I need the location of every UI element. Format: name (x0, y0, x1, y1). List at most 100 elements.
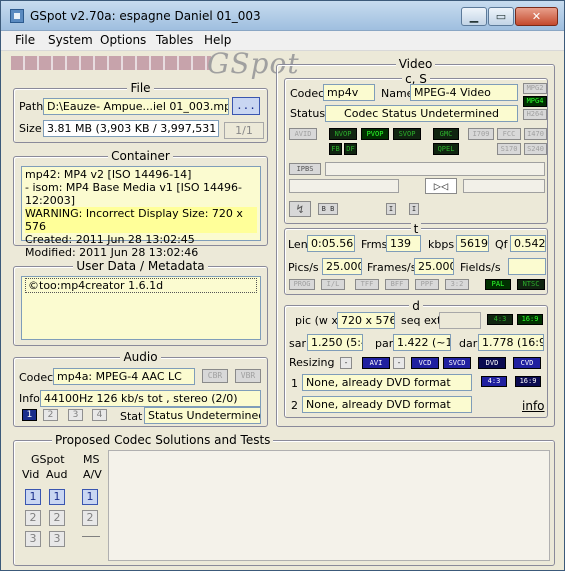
menu-tables[interactable]: Tables (154, 33, 195, 47)
tff-button[interactable]: TFF (355, 279, 379, 290)
mpg4-button[interactable]: MPG4 (523, 96, 547, 107)
vid-solution-2[interactable]: 2 (25, 510, 41, 526)
ipbs-button[interactable]: IPBS (289, 163, 321, 175)
seq-43-button[interactable]: 4:3 (487, 314, 513, 325)
audio-stream-1[interactable]: 1 (22, 409, 37, 421)
audio-codec-label: Codec (19, 371, 54, 384)
resize-line2-field: None, already DVD format (302, 396, 472, 413)
scene-icon[interactable]: ↯ (289, 201, 311, 217)
s240-button[interactable]: S240 (524, 143, 547, 155)
prog-button[interactable]: PROG (289, 279, 315, 290)
audio-info-field: 44100Hz 126 kb/s tot , stereo (2/0) (40, 390, 261, 407)
audio-codec-field: mp4a: MPEG-4 AAC LC (53, 368, 195, 385)
file-group: File Path D:\Eauze- Ampue...iel 01_003.m… (13, 81, 268, 143)
audio-stat-label: Stat (120, 410, 143, 423)
aud-label: Aud (46, 468, 68, 481)
pic-label: pic (w x (295, 314, 338, 327)
audio-info-label: Info (19, 392, 40, 405)
menu-help[interactable]: Help (202, 33, 233, 47)
ntsc-button[interactable]: NTSC (517, 279, 545, 290)
mpg2-button[interactable]: MPG2 (523, 83, 547, 94)
gspot-col-label: GSpot (31, 453, 65, 466)
i-button-2[interactable]: I (409, 203, 419, 215)
resize-169-button[interactable]: 16:9 (515, 376, 541, 387)
bb-button[interactable]: B B (318, 203, 338, 215)
d-panel: d pic (w x 720 x 576 seq ext 4:3 16:9 sa… (284, 299, 548, 418)
fcc-button[interactable]: FCC (497, 128, 521, 140)
userdata-value[interactable]: ©too:mp4creator 1.6.1d (25, 278, 257, 293)
fb-button[interactable]: FB (329, 143, 342, 155)
info-link[interactable]: info (522, 399, 545, 413)
resize-next-button[interactable]: - (393, 357, 405, 369)
il-button[interactable]: I/L (321, 279, 345, 290)
close-button[interactable]: ✕ (515, 7, 558, 26)
aud-solution-3[interactable]: 3 (49, 531, 65, 547)
qf-field: 0.542 (510, 235, 546, 252)
i-button-1[interactable]: I (386, 203, 396, 215)
audio-stream-4[interactable]: 4 (92, 409, 107, 421)
pics-label: Pics/s (288, 261, 319, 274)
audio-stream-2[interactable]: 2 (43, 409, 58, 421)
cs-panel: c, S Codec mp4v Name MPEG-4 Video Status… (284, 72, 548, 224)
seq-169-button[interactable]: 16:9 (517, 314, 543, 325)
aud-solution-1[interactable]: 1 (49, 489, 65, 505)
df-button[interactable]: DF (344, 143, 357, 155)
vid-solution-1[interactable]: 1 (25, 489, 41, 505)
avid-button[interactable]: AVID (289, 128, 317, 140)
cbr-button[interactable]: CBR (202, 369, 228, 383)
qf-label: Qf (495, 238, 508, 251)
resize-line1-field: None, already DVD format (302, 374, 472, 391)
i709-button[interactable]: I709 (468, 128, 494, 140)
minimize-button[interactable]: ▁ (461, 7, 487, 26)
container-group: Container mp42: MP4 v2 [ISO 14496-14] - … (13, 149, 268, 259)
svop-button[interactable]: SVOP (393, 128, 421, 140)
path-field[interactable]: D:\Eauze- Ampue...iel 01_003.mp4 (43, 98, 229, 115)
vbr-button[interactable]: VBR (235, 369, 261, 383)
qpel-button[interactable]: QPEL (433, 143, 459, 155)
resize-prev-button[interactable]: - (340, 357, 352, 369)
bff-button[interactable]: BFF (385, 279, 409, 290)
solutions-area (108, 450, 550, 561)
swap-icon[interactable]: ▷◁ (425, 178, 457, 194)
h264-button[interactable]: H264 (523, 109, 547, 120)
vcd-button[interactable]: VCD (411, 357, 439, 369)
cvd-button[interactable]: CVD (513, 357, 541, 369)
menu-file[interactable]: File (13, 33, 37, 47)
s170-button[interactable]: S170 (497, 143, 521, 155)
resize-line1-num: 1 (291, 377, 298, 390)
gmc-button[interactable]: GMC (433, 128, 459, 140)
pal-button[interactable]: PAL (485, 279, 511, 290)
resizing-label: Resizing (289, 356, 335, 369)
path-label: Path (19, 100, 44, 113)
av-solution-1[interactable]: 1 (82, 489, 98, 505)
menu-options[interactable]: Options (98, 33, 148, 47)
maximize-button[interactable]: ▭ (488, 7, 514, 26)
audio-stream-3[interactable]: 3 (68, 409, 83, 421)
dar-label: dar (459, 337, 478, 350)
browse-button[interactable]: ... (232, 97, 260, 115)
ppf-button[interactable]: PPF (415, 279, 439, 290)
container-group-title: Container (108, 149, 173, 163)
audio-group-title: Audio (120, 350, 161, 364)
avi-button[interactable]: AVI (362, 357, 390, 369)
pvop-button[interactable]: PVOP (361, 128, 389, 140)
container-warning: WARNING: Incorrect Display Size: 720 x 5… (25, 207, 257, 233)
i470-button[interactable]: I470 (524, 128, 547, 140)
proposed-title: Proposed Codec Solutions and Tests (52, 433, 274, 447)
proposed-group: Proposed Codec Solutions and Tests GSpot… (13, 433, 555, 566)
video-group-title: Video (395, 57, 436, 71)
len-label: Len (288, 238, 308, 251)
nvop-button[interactable]: NVOP (329, 128, 357, 140)
menu-system[interactable]: System (46, 33, 95, 47)
aud-solution-2[interactable]: 2 (49, 510, 65, 526)
frames-field: 25.000 (414, 258, 454, 275)
dvd-button[interactable]: DVD (478, 357, 506, 369)
video-status-label: Status (290, 107, 326, 120)
av-solution-2[interactable]: 2 (82, 510, 98, 526)
vid-solution-3[interactable]: 3 (25, 531, 41, 547)
pulldown-button[interactable]: 3:2 (445, 279, 469, 290)
svcd-button[interactable]: SVCD (443, 357, 471, 369)
resize-43-button[interactable]: 4:3 (481, 376, 507, 387)
container-line1: mp42: MP4 v2 [ISO 14496-14] (25, 168, 192, 181)
size-field: 3.81 MB (3,903 KB / 3,997,531 byte (43, 120, 219, 137)
